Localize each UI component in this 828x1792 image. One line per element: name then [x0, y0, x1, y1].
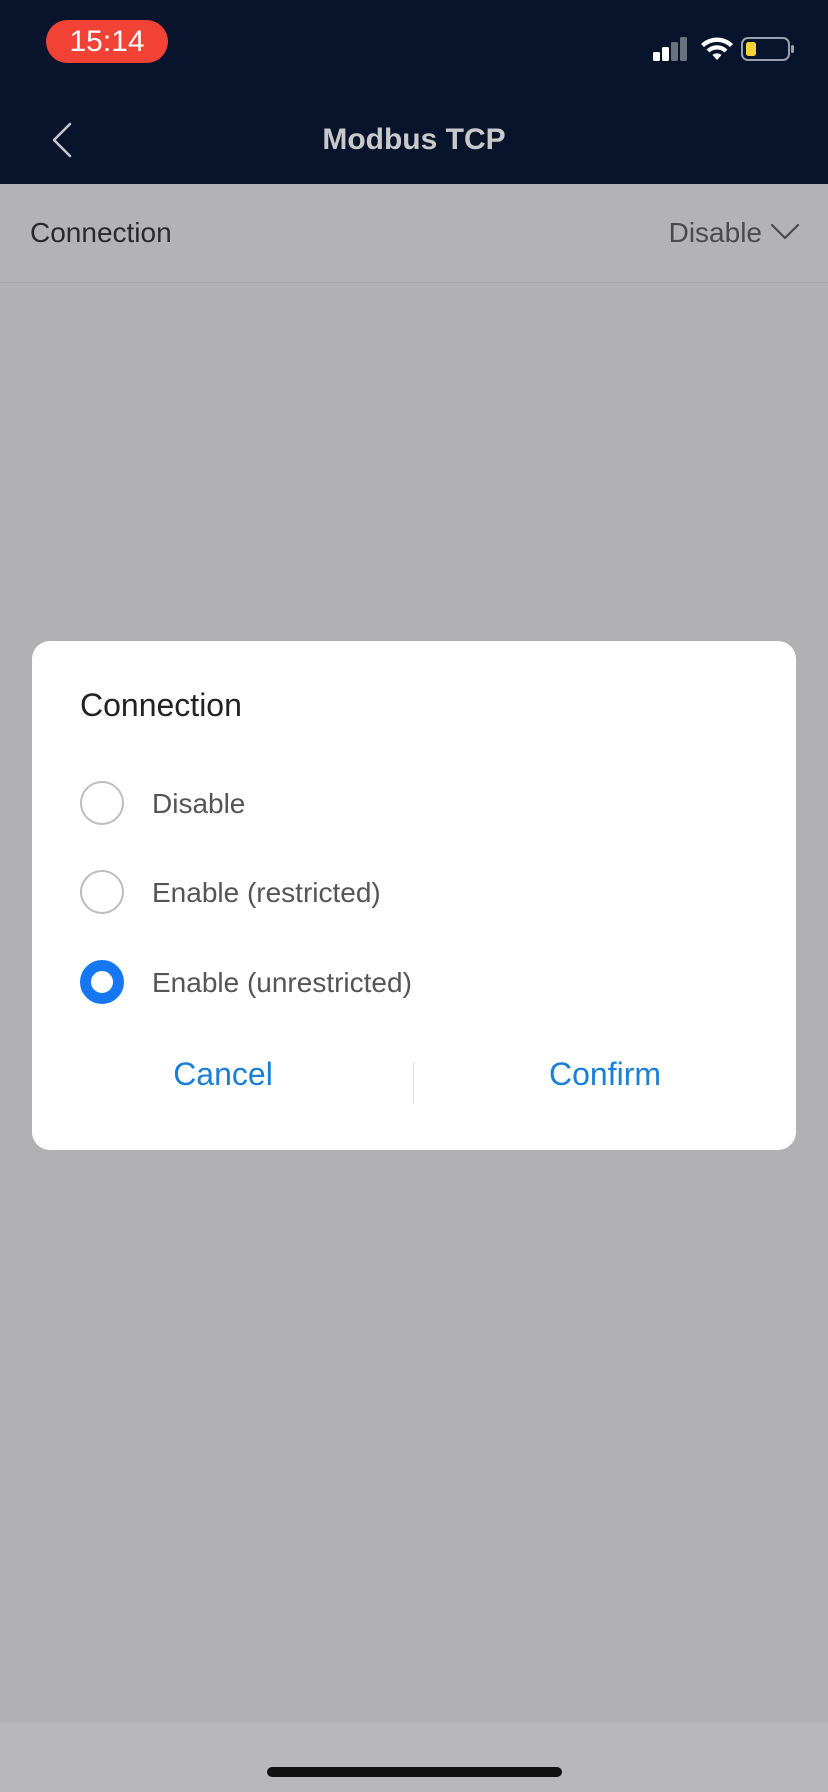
home-indicator[interactable]: [267, 1767, 562, 1777]
option-label: Enable (restricted): [152, 877, 381, 908]
option-enable-unrestricted[interactable]: Enable (unrestricted): [80, 953, 740, 1013]
cellular-signal-icon: [653, 37, 687, 61]
home-area: [0, 1722, 828, 1792]
chevron-down-icon: [770, 223, 800, 240]
option-enable-restricted[interactable]: Enable (restricted): [80, 863, 740, 923]
radio-button[interactable]: [80, 870, 124, 914]
status-time: 15:14: [46, 20, 168, 63]
confirm-button[interactable]: Confirm: [414, 1044, 796, 1104]
wifi-icon: [701, 37, 733, 60]
dialog-title: Connection: [80, 687, 242, 723]
cancel-button[interactable]: Cancel: [32, 1044, 414, 1104]
radio-button[interactable]: [80, 781, 124, 825]
page-title: Modbus TCP: [322, 123, 506, 156]
connection-dialog: Connection Disable Enable (restricted) E…: [32, 641, 796, 1150]
connection-setting-row[interactable]: Connection Disable: [0, 184, 828, 283]
connection-value: Disable: [668, 217, 762, 248]
battery-low-icon: [741, 37, 794, 61]
option-label: Enable (unrestricted): [152, 967, 412, 998]
connection-label: Connection: [30, 217, 172, 248]
radio-button-selected[interactable]: [80, 960, 124, 1004]
top-bar: 15:14 Modbus TCP: [0, 0, 828, 184]
option-disable[interactable]: Disable: [80, 774, 740, 834]
option-label: Disable: [152, 788, 246, 819]
